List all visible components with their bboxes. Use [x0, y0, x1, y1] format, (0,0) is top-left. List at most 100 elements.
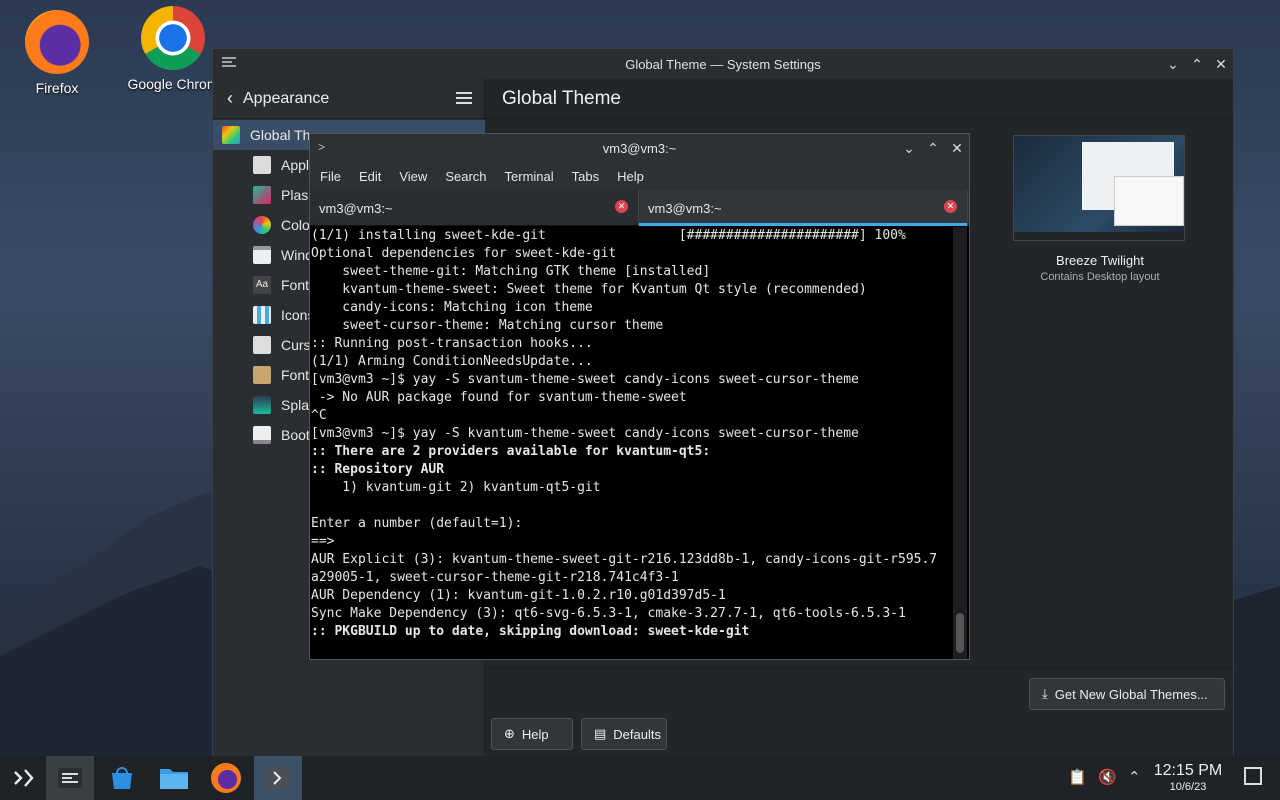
menu-file[interactable]: File [320, 169, 341, 184]
sidebar-item-label: Font [281, 367, 310, 383]
back-arrow-icon[interactable]: ‹ [227, 88, 233, 109]
terminal-line: ^C [311, 408, 327, 423]
terminal-tab-bar: vm3@vm3:~ ✕ vm3@vm3:~ ✕ [310, 190, 969, 226]
terminal-tab-1[interactable]: vm3@vm3:~ ✕ [310, 190, 639, 226]
menu-help[interactable]: Help [617, 169, 644, 184]
font-management-icon [253, 366, 271, 384]
settings-titlebar[interactable]: Global Theme — System Settings ⌄ ⌃ ✕ [213, 49, 1233, 79]
show-desktop-icon[interactable] [1244, 767, 1262, 785]
terminal-tab-2[interactable]: vm3@vm3:~ ✕ [639, 190, 968, 226]
global-theme-icon [222, 126, 240, 144]
cursors-icon [253, 336, 271, 354]
terminal-line: Sync Make Dependency (3): qt6-svg-6.5.3-… [311, 606, 906, 621]
sidebar-item-label: Global Th [250, 127, 311, 143]
scrollbar-thumb[interactable] [956, 613, 964, 653]
taskbar: 📋 🔇 ⌃ 12:15 PM 10/6/23 [0, 756, 1280, 800]
terminal-output[interactable]: (1/1) installing sweet-kde-git [########… [311, 227, 951, 659]
taskbar-file-manager[interactable] [150, 756, 198, 800]
settings-footer-divider [486, 667, 1233, 668]
taskbar-terminal[interactable] [254, 756, 302, 800]
splash-screen-icon [253, 396, 271, 414]
firefox-icon [211, 763, 241, 793]
fonts-icon: Aa [253, 276, 271, 294]
tab-close-icon[interactable]: ✕ [615, 200, 628, 213]
theme-subtitle: Contains Desktop layout [1040, 271, 1160, 283]
tab-label: vm3@vm3:~ [319, 200, 393, 216]
menu-search[interactable]: Search [445, 169, 486, 184]
folder-icon [160, 769, 188, 789]
terminal-icon [266, 767, 290, 789]
digital-clock[interactable]: 12:15 PM 10/6/23 [1152, 762, 1224, 793]
window-menu-icon[interactable] [221, 55, 237, 69]
plasma-style-icon [253, 186, 271, 204]
sidebar-item-label: Curs [281, 337, 311, 353]
terminal-line: Optional dependencies for sweet-kde-git [311, 246, 617, 261]
launcher-icon [14, 769, 34, 787]
clock-date: 10/6/23 [1169, 781, 1207, 793]
terminal-line: kvantum-theme-sweet: Sweet theme for Kva… [311, 282, 867, 297]
menu-terminal[interactable]: Terminal [505, 169, 554, 184]
minimize-icon[interactable]: ⌄ [897, 136, 921, 160]
terminal-line: sweet-theme-git: Matching GTK theme [ins… [311, 264, 711, 279]
boot-splash-icon [253, 426, 271, 444]
terminal-app-icon[interactable]: > [318, 140, 325, 154]
system-settings-icon [58, 768, 82, 788]
defaults-button[interactable]: ▤ Defaults [581, 718, 667, 750]
terminal-line: Enter a number (default=1): [311, 516, 523, 531]
sidebar-header: ‹ Appearance [213, 79, 484, 119]
close-icon[interactable]: ✕ [1209, 52, 1233, 76]
clipboard-icon[interactable]: 📋 [1068, 768, 1087, 786]
maximize-icon[interactable]: ⌃ [1185, 52, 1209, 76]
terminal-line: -> No AUR package found for svantum-them… [311, 390, 687, 405]
window-decorations-icon [253, 246, 271, 264]
application-launcher[interactable] [0, 756, 48, 800]
chrome-icon [141, 6, 205, 70]
tab-close-icon[interactable]: ✕ [944, 200, 957, 213]
terminal-line: :: Running post-transaction hooks... [311, 336, 593, 351]
terminal-menubar: File Edit View Search Terminal Tabs Help [310, 162, 969, 190]
terminal-line: a29005-1, sweet-cursor-theme-git-r218.74… [311, 570, 679, 585]
help-button[interactable]: ⊕ Help [491, 718, 573, 750]
button-label: Help [521, 726, 549, 742]
icons-icon [253, 306, 271, 324]
menu-view[interactable]: View [399, 169, 427, 184]
button-label: Get New Global Themes... [1054, 686, 1208, 702]
taskbar-discover[interactable] [98, 756, 146, 800]
defaults-icon: ▤ [594, 726, 607, 741]
minimize-icon[interactable]: ⌄ [1161, 52, 1185, 76]
close-icon[interactable]: ✕ [945, 136, 969, 160]
clock-time: 12:15 PM [1153, 762, 1223, 779]
tray-expand-icon[interactable]: ⌃ [1128, 768, 1141, 786]
taskbar-system-settings[interactable] [46, 756, 94, 800]
terminal-line: candy-icons: Matching icon theme [311, 300, 593, 315]
terminal-line: :: There are 2 providers available for k… [311, 444, 711, 459]
sidebar-item-label: Boot [281, 427, 310, 443]
sidebar-item-label: Colo [281, 217, 310, 233]
maximize-icon[interactable]: ⌃ [921, 136, 945, 160]
terminal-line: :: PKGBUILD up to date, skipping downloa… [311, 624, 750, 639]
theme-preview-image [1013, 135, 1185, 241]
hamburger-menu-icon[interactable] [456, 91, 472, 105]
volume-muted-icon[interactable]: 🔇 [1098, 768, 1117, 786]
sidebar-item-label: Appl [281, 157, 310, 173]
terminal-line: ==> [311, 534, 335, 549]
terminal-line: [vm3@vm3 ~]$ yay -S svantum-theme-sweet … [311, 372, 859, 387]
terminal-line: sweet-cursor-theme: Matching cursor them… [311, 318, 664, 333]
terminal-titlebar[interactable]: > vm3@vm3:~ ⌄ ⌃ ✕ [310, 134, 969, 162]
theme-name: Breeze Twilight [1056, 253, 1144, 268]
get-new-global-themes-button[interactable]: ⤓ Get New Global Themes... [1029, 678, 1225, 710]
button-label: Defaults [613, 726, 661, 742]
settings-window-title: Global Theme — System Settings [625, 56, 821, 72]
taskbar-firefox[interactable] [202, 756, 250, 800]
back-label[interactable]: Appearance [243, 90, 329, 108]
terminal-scrollbar[interactable] [953, 227, 967, 659]
desktop-icon-firefox[interactable]: Firefox [2, 10, 112, 96]
terminal-line: :: Repository AUR [311, 462, 445, 477]
terminal-line: 1) kvantum-git 2) kvantum-qt5-git [311, 480, 601, 495]
terminal-window: > vm3@vm3:~ ⌄ ⌃ ✕ File Edit View Search … [309, 133, 970, 660]
theme-card-breeze-twilight[interactable]: Breeze Twilight Contains Desktop layout [1013, 135, 1187, 283]
menu-tabs[interactable]: Tabs [572, 169, 599, 184]
menu-edit[interactable]: Edit [359, 169, 381, 184]
terminal-window-title: vm3@vm3:~ [602, 140, 677, 156]
terminal-line: [vm3@vm3 ~]$ yay -S kvantum-theme-sweet … [311, 426, 859, 441]
